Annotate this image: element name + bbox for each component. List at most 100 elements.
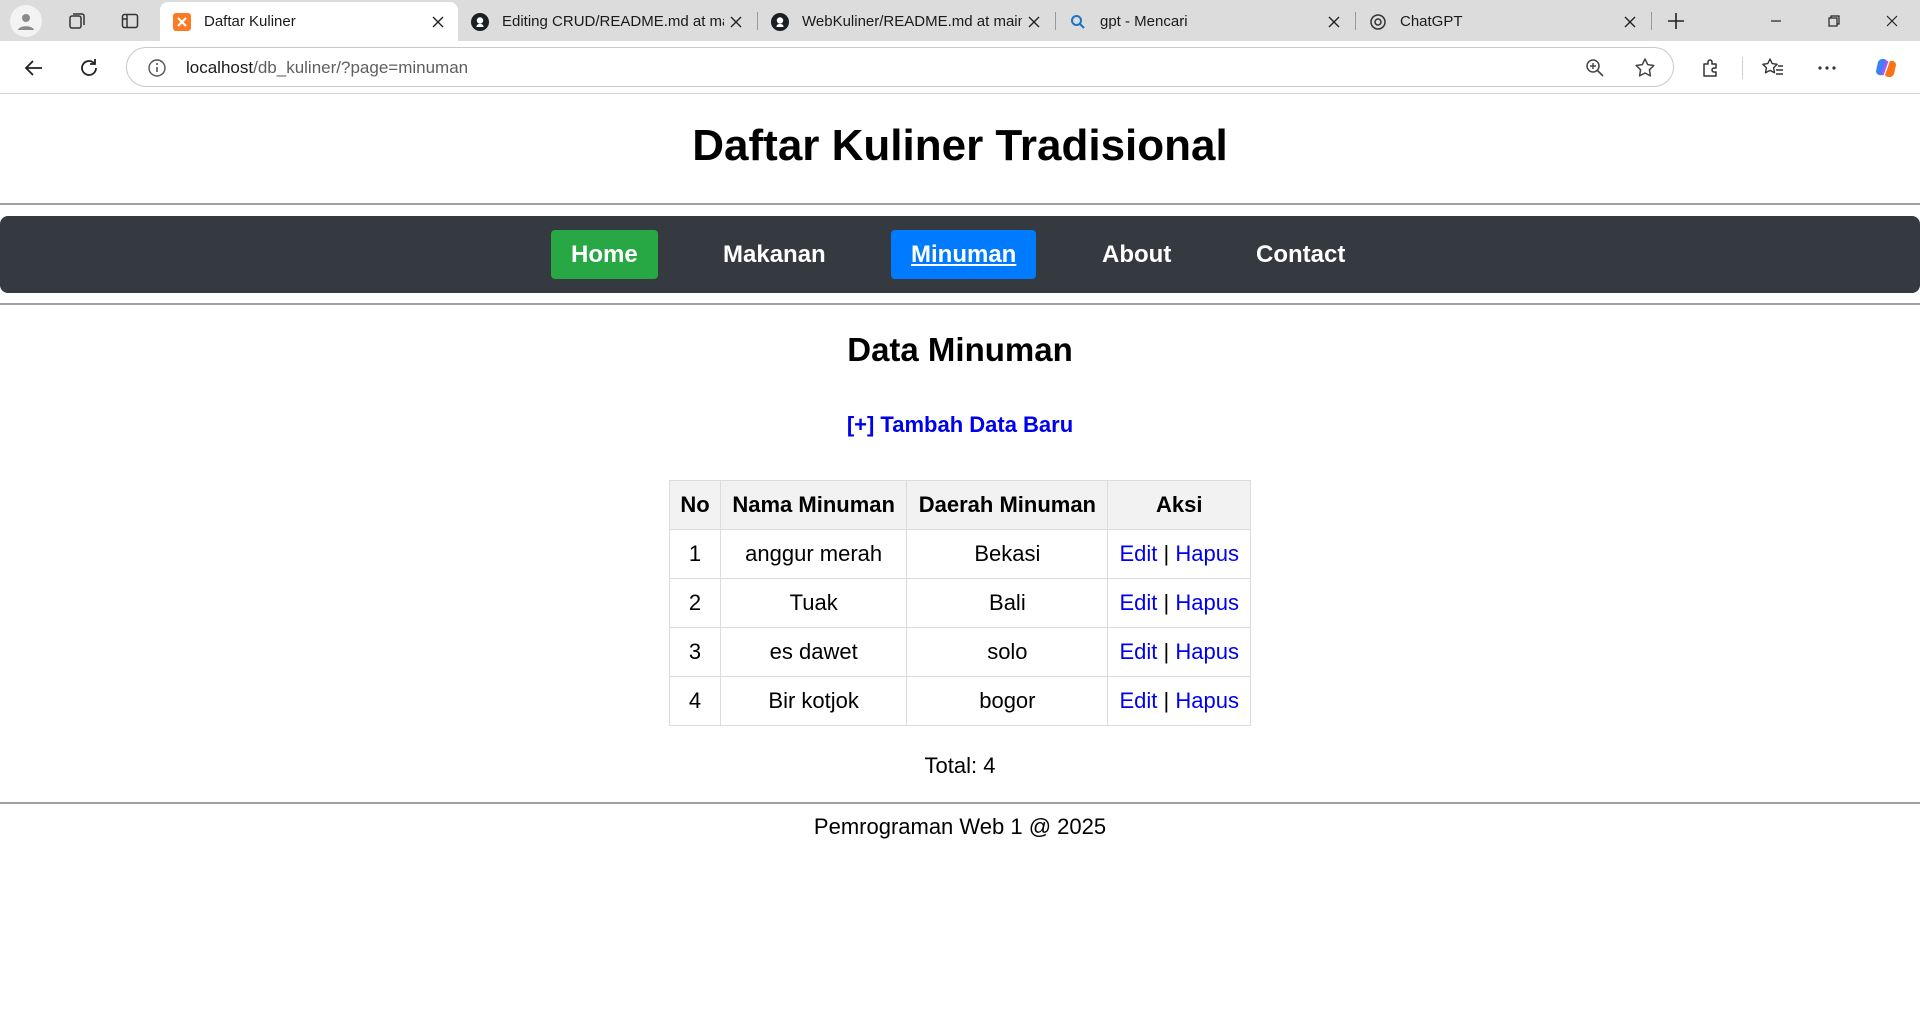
tab-separator — [1651, 12, 1652, 30]
zoom-icon[interactable] — [1584, 57, 1606, 79]
address-bar[interactable]: localhost/db_kuliner/?page=minuman — [126, 47, 1674, 87]
toolbar-separator — [1742, 57, 1743, 79]
footer-text: Pemrograman Web 1 @ 2025 — [813, 814, 1107, 839]
tab-title: WebKuliner/README.md at main — [802, 13, 1022, 30]
favorite-star-icon[interactable] — [1633, 56, 1657, 80]
nav-home[interactable]: Home — [551, 230, 658, 279]
table-row: 4 Bir kotjok bogor Edit | Hapus — [668, 676, 1251, 726]
close-tab-icon[interactable] — [1618, 10, 1642, 34]
footer-divider — [0, 802, 1920, 804]
tab-webkuliner-readme[interactable]: WebKuliner/README.md at main — [758, 2, 1054, 41]
close-tab-icon[interactable] — [426, 10, 450, 34]
person-icon — [18, 14, 34, 30]
cell-no: 4 — [668, 676, 722, 726]
col-header-nama: Nama Minuman — [720, 480, 908, 530]
cell-daerah: Bekasi — [906, 529, 1109, 579]
close-tab-icon[interactable] — [1322, 10, 1346, 34]
edit-link[interactable]: Edit — [1119, 590, 1157, 615]
cell-daerah: solo — [906, 627, 1109, 677]
vertical-tabs-button[interactable] — [114, 6, 146, 36]
close-tab-icon[interactable] — [1022, 10, 1046, 34]
hapus-link[interactable]: Hapus — [1175, 590, 1239, 615]
total-count: Total: 4 — [924, 753, 996, 778]
close-tab-icon[interactable] — [724, 10, 748, 34]
github-icon — [470, 12, 490, 32]
tab-title: ChatGPT — [1400, 13, 1463, 30]
add-new-data-link[interactable]: [+] Tambah Data Baru — [847, 412, 1073, 437]
action-separator: | — [1163, 590, 1170, 615]
info-icon[interactable] — [147, 58, 167, 78]
browser-toolbar: localhost/db_kuliner/?page=minuman — [0, 41, 1920, 94]
col-header-aksi: Aksi — [1107, 480, 1251, 530]
copilot-button[interactable] — [1868, 50, 1904, 86]
edit-link[interactable]: Edit — [1119, 688, 1157, 713]
settings-more-button[interactable] — [1809, 50, 1845, 86]
action-separator: | — [1163, 639, 1170, 664]
reload-button[interactable] — [71, 50, 107, 86]
nav-divider — [0, 303, 1920, 305]
add-new-data-link-row: [+] Tambah Data Baru — [0, 412, 1920, 438]
url-host: localhost — [186, 58, 254, 77]
cell-daerah: bogor — [906, 676, 1109, 726]
copilot-icon — [1876, 58, 1896, 78]
back-button[interactable] — [16, 50, 52, 86]
plus-icon — [1668, 13, 1684, 29]
hapus-link[interactable]: Hapus — [1175, 541, 1239, 566]
nav-makanan[interactable]: Makanan — [703, 230, 846, 279]
edit-link[interactable]: Edit — [1119, 639, 1157, 664]
tab-gpt-mencari[interactable]: gpt - Mencari — [1056, 2, 1354, 41]
cell-aksi: Edit | Hapus — [1107, 676, 1251, 726]
col-header-daerah: Daerah Minuman — [906, 480, 1109, 530]
cell-aksi: Edit | Hapus — [1107, 578, 1251, 628]
cell-no: 1 — [668, 529, 722, 579]
nav-about[interactable]: About — [1082, 230, 1191, 279]
cell-nama: anggur merah — [720, 529, 908, 579]
minimize-icon — [1771, 19, 1781, 22]
url-text[interactable]: localhost/db_kuliner/?page=minuman — [186, 58, 468, 78]
tab-editing-crud[interactable]: Editing CRUD/README.md at main — [458, 2, 756, 41]
cell-nama: Bir kotjok — [720, 676, 908, 726]
section-heading: Data Minuman — [847, 331, 1073, 368]
close-icon — [1886, 15, 1898, 26]
favorites-icon — [1762, 58, 1783, 75]
minuman-table: No Nama Minuman Daerah Minuman Aksi 1 an… — [668, 480, 1251, 726]
tab-title: Editing CRUD/README.md at main — [502, 13, 724, 30]
github-icon — [770, 12, 790, 32]
extensions-button[interactable] — [1693, 50, 1729, 86]
close-window-button[interactable] — [1864, 0, 1920, 41]
header-divider — [0, 203, 1920, 205]
tab-chatgpt[interactable]: ChatGPT — [1356, 2, 1650, 41]
col-header-no: No — [668, 480, 722, 530]
nav-contact[interactable]: Contact — [1236, 230, 1365, 279]
new-tab-button[interactable] — [1660, 6, 1692, 36]
favorites-button[interactable] — [1755, 50, 1791, 86]
workspaces-icon — [69, 13, 85, 29]
nav-minuman[interactable]: Minuman — [891, 230, 1037, 279]
site-title: Daftar Kuliner Tradisional — [692, 121, 1228, 170]
action-separator: | — [1163, 541, 1170, 566]
profile-avatar[interactable] — [10, 5, 42, 37]
table-row: 1 anggur merah Bekasi Edit | Hapus — [668, 529, 1251, 579]
more-icon — [1818, 66, 1836, 70]
table-row: 2 Tuak Bali Edit | Hapus — [668, 578, 1251, 628]
reload-icon — [81, 59, 97, 76]
workspaces-button[interactable] — [61, 6, 93, 36]
back-arrow-icon — [24, 60, 42, 76]
web-page: Daftar Kuliner Tradisional Home Makanan … — [0, 95, 1920, 1020]
hapus-link[interactable]: Hapus — [1175, 639, 1239, 664]
edit-link[interactable]: Edit — [1119, 541, 1157, 566]
hapus-link[interactable]: Hapus — [1175, 688, 1239, 713]
cell-aksi: Edit | Hapus — [1107, 627, 1251, 677]
cell-aksi: Edit | Hapus — [1107, 529, 1251, 579]
search-icon — [1068, 12, 1088, 32]
minimize-button[interactable] — [1748, 0, 1804, 41]
tab-title: gpt - Mencari — [1100, 13, 1188, 30]
cell-nama: es dawet — [720, 627, 908, 677]
tab-daftar-kuliner[interactable]: Daftar Kuliner — [160, 2, 458, 41]
restore-button[interactable] — [1806, 0, 1862, 41]
url-path: /db_kuliner/?page=minuman — [253, 58, 469, 77]
main-navbar: Home Makanan Minuman About Contact — [0, 216, 1920, 293]
table-row: 3 es dawet solo Edit | Hapus — [668, 627, 1251, 677]
chatgpt-icon — [1368, 12, 1388, 32]
xampp-icon — [172, 12, 192, 32]
